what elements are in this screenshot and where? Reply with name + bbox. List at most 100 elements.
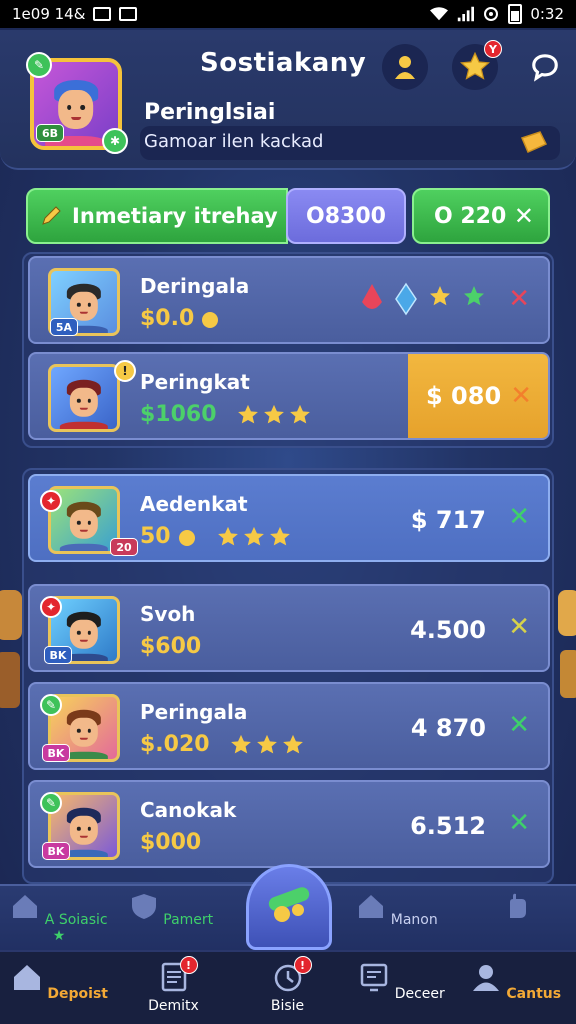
- gem-collection: [360, 282, 486, 316]
- coin-amount: $600: [140, 634, 202, 659]
- subnav-basic-label: A Soiasic ★: [44, 912, 108, 944]
- row-price: $ 717: [410, 506, 486, 534]
- remove-icon[interactable]: ✕: [510, 381, 532, 411]
- list-item[interactable]: ✎ BK Peringala $.020 4 870 ✕: [28, 682, 550, 770]
- favorites-button[interactable]: Y: [452, 40, 502, 90]
- row-price: $ 080: [426, 382, 502, 410]
- remove-icon[interactable]: ✕: [508, 712, 530, 738]
- coin-amount: $000: [140, 830, 202, 855]
- inventory-button-label: Inmetiary itrehay: [72, 204, 278, 228]
- nav-bisie[interactable]: ! Bisie: [230, 956, 345, 1014]
- star-icon: [230, 734, 251, 753]
- subnav-payment[interactable]: Pamert: [116, 892, 226, 928]
- remove-icon[interactable]: ✕: [508, 810, 530, 836]
- remove-icon[interactable]: ✕: [508, 614, 530, 640]
- level-chip: BK: [42, 842, 70, 860]
- avatar-level-chip: 6B: [36, 124, 64, 142]
- star-icon: [243, 526, 264, 545]
- currency-counter[interactable]: O8300: [286, 188, 406, 244]
- status-time: 1e09 14&: [12, 5, 86, 23]
- nav-badge: !: [179, 956, 198, 974]
- inventory-button[interactable]: Inmetiary itrehay: [26, 188, 288, 244]
- ticket-icon[interactable]: [520, 130, 548, 156]
- coin-amount: $.020: [140, 732, 210, 757]
- friends-button[interactable]: [382, 44, 428, 90]
- profile-name: Peringlsiai: [144, 100, 276, 125]
- subnav-payment-label: Pamert: [163, 912, 214, 928]
- shield-icon: [131, 894, 156, 919]
- currency-value: O8300: [306, 203, 386, 229]
- action-bar: Inmetiary itrehay O8300 O 220 ✕: [26, 188, 550, 246]
- list-item[interactable]: ✦ 20 Aedenkat 50 $ 717 ✕: [28, 474, 550, 562]
- nav-demitx-label: Demitx: [148, 998, 199, 1014]
- gallery-icon: [119, 7, 138, 21]
- row-price: 4 870: [410, 714, 486, 742]
- center-play-button[interactable]: [246, 864, 332, 950]
- subnav-gesture[interactable]: [462, 892, 572, 928]
- leaf-badge-icon: ✎: [40, 694, 62, 716]
- nav-demitx[interactable]: ! Demitx: [116, 956, 231, 1014]
- chat-icon: [532, 54, 558, 82]
- signal-icon: [458, 6, 475, 22]
- star-icon: [282, 734, 303, 753]
- buy-button[interactable]: $ 080 ✕: [408, 354, 548, 438]
- gems-counter[interactable]: O 220 ✕: [412, 188, 550, 244]
- house-icon: [359, 895, 384, 918]
- gold-bag-icon: [178, 529, 195, 546]
- row-coins: $.020: [140, 732, 304, 757]
- row-name: Deringala: [140, 274, 250, 298]
- remove-icon[interactable]: ✕: [508, 286, 530, 312]
- list-item[interactable]: ! Peringkat $1060 $ 080 ✕: [28, 352, 550, 440]
- subnav-menu[interactable]: Manon: [342, 892, 452, 928]
- remove-icon[interactable]: ✕: [508, 504, 530, 530]
- nav-contacts[interactable]: Cantus: [458, 962, 573, 1002]
- nav-deposit[interactable]: Depoist: [2, 962, 117, 1002]
- row-price: 6.512: [410, 812, 486, 840]
- row-coins: $1060: [140, 402, 311, 427]
- coin-amount: $1060: [140, 402, 217, 427]
- star-icon: [237, 404, 258, 423]
- gold-bag-icon: [202, 311, 219, 328]
- level-chip: 5A: [50, 318, 78, 336]
- star-icon: [217, 526, 238, 545]
- nav-contacts-label: Cantus: [506, 986, 562, 1002]
- list-item[interactable]: ✎ BK Canokak $000 6.512 ✕: [28, 780, 550, 868]
- star-icon: [263, 404, 284, 423]
- nav-bisie-label: Bisie: [270, 998, 305, 1014]
- star-icon: [269, 526, 290, 545]
- row-name: Peringala: [140, 700, 248, 724]
- star-rating: [217, 526, 291, 548]
- subnav-basic[interactable]: A Soiasic ★: [4, 892, 114, 944]
- user-icon: [395, 56, 415, 79]
- app-title: Sostiakany: [200, 48, 367, 78]
- profile-header: ✎ 6B ✱ Sostiakany Y Peringlsiai Gamoar i…: [0, 30, 576, 170]
- bottom-nav: Depoist ! Demitx ! Bisie Deceer Cantus: [0, 950, 576, 1024]
- row-price: 4.500: [410, 616, 486, 644]
- level-chip: 20: [110, 538, 138, 556]
- level-chip: BK: [44, 646, 72, 664]
- fire-badge-icon: ✦: [40, 596, 62, 618]
- star-icon: [460, 52, 490, 80]
- nav-deceer[interactable]: Deceer: [344, 962, 459, 1002]
- star-icon: [289, 404, 310, 423]
- star-icon: [256, 734, 277, 753]
- gold-star-icon: [430, 286, 450, 306]
- game-screen: 1e09 14& 0:32 ✎ 6B ✱ Sostiakany Y Pering…: [0, 0, 576, 1024]
- coin-amount: 50: [140, 524, 171, 549]
- notification-badge: Y: [484, 40, 502, 58]
- profile-subtitle: Gamoar ilen kackad: [144, 131, 324, 152]
- gems-value: O 220: [434, 203, 507, 229]
- list-item[interactable]: ✦ BK Svoh $600 4.500 ✕: [28, 584, 550, 672]
- close-icon[interactable]: ✕: [514, 204, 534, 228]
- row-name: Svoh: [140, 602, 196, 626]
- chat-button[interactable]: [522, 44, 568, 90]
- list-item[interactable]: 5A Deringala $0.0 ✕: [28, 256, 550, 344]
- blue-gem-icon: [395, 282, 417, 316]
- star-rating: [237, 404, 311, 426]
- row-coins: $0.0: [140, 306, 220, 331]
- row-name: Peringkat: [140, 370, 250, 394]
- battery-icon: [508, 4, 523, 24]
- fire-badge-icon: ✦: [40, 490, 62, 512]
- row-coins: $600: [140, 634, 201, 659]
- status-bar: 1e09 14& 0:32: [0, 0, 576, 28]
